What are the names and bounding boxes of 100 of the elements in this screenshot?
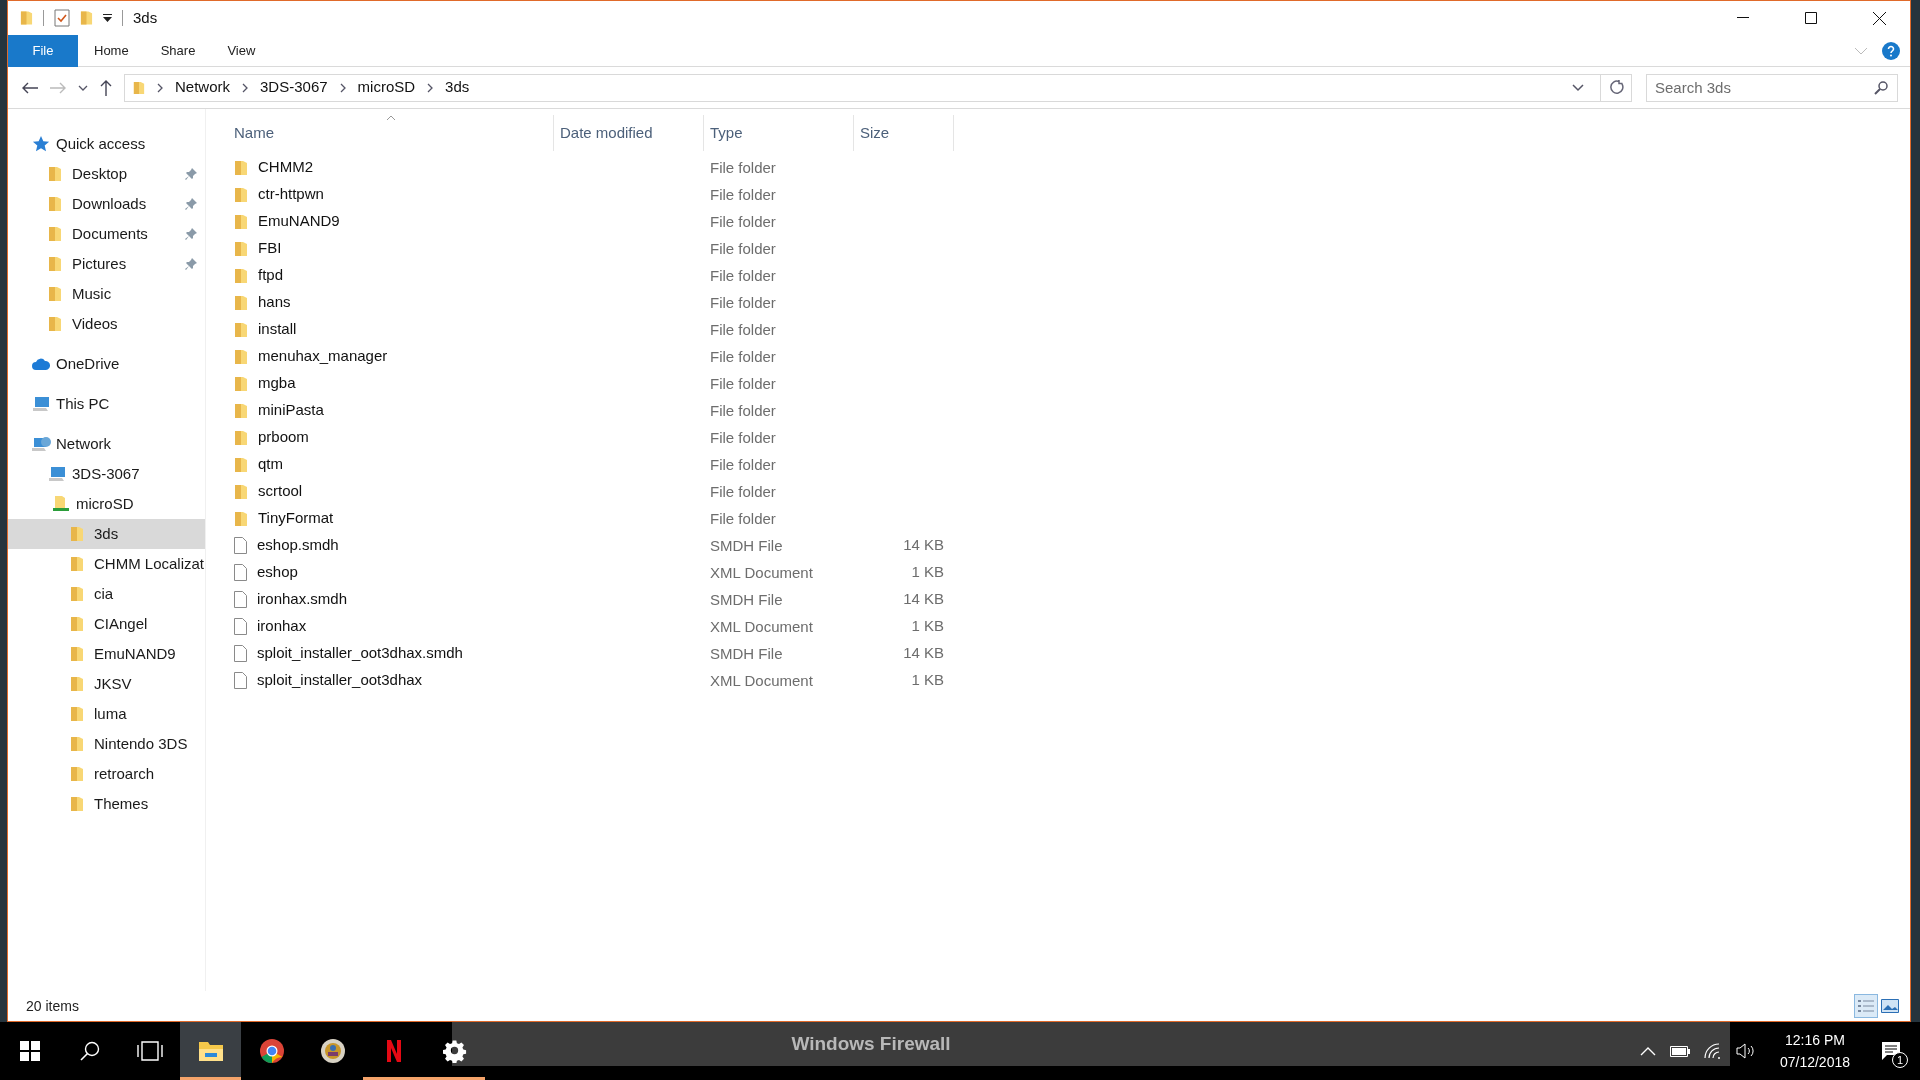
file-row[interactable]: eshop XML Document 1 KB bbox=[228, 559, 1910, 586]
ribbon-tab[interactable]: View bbox=[211, 34, 272, 67]
clock[interactable]: 12:16 PM 07/12/2018 bbox=[1769, 1029, 1860, 1073]
folder-icon bbox=[70, 646, 84, 662]
navigation-item[interactable]: 3ds bbox=[8, 519, 205, 549]
navigation-item[interactable]: Pictures bbox=[8, 249, 205, 279]
navigation-item[interactable]: EmuNAND9 bbox=[8, 639, 205, 669]
help-icon[interactable] bbox=[1882, 41, 1900, 60]
close-icon bbox=[1872, 11, 1886, 25]
minimize-icon bbox=[1737, 17, 1749, 19]
n-logo-icon bbox=[385, 1039, 402, 1063]
file-row[interactable]: prboom File folder bbox=[228, 424, 1910, 451]
file-row[interactable]: install File folder bbox=[228, 316, 1910, 343]
navigation-item[interactable]: JKSV bbox=[8, 669, 205, 699]
details-view-button[interactable] bbox=[1854, 994, 1878, 1018]
column-header[interactable]: Name bbox=[228, 115, 554, 151]
navigation-item[interactable]: Downloads bbox=[8, 189, 205, 219]
navigation-item[interactable]: microSD bbox=[8, 489, 205, 519]
breadcrumb-item[interactable]: 3ds bbox=[445, 76, 470, 99]
navigation-item[interactable]: cia bbox=[8, 579, 205, 609]
up-arrow-icon[interactable] bbox=[100, 79, 112, 96]
column-header[interactable]: Size bbox=[854, 115, 954, 151]
folder-icon bbox=[234, 510, 248, 527]
file-row[interactable]: scrtool File folder bbox=[228, 478, 1910, 505]
file-type: File folder bbox=[710, 347, 776, 365]
file-icon bbox=[234, 537, 247, 554]
folder-icon bbox=[48, 256, 62, 272]
action-center-button[interactable]: 1 bbox=[1874, 1034, 1908, 1068]
chevron-up-icon[interactable] bbox=[1639, 1046, 1656, 1056]
file-name: menuhax_manager bbox=[258, 346, 388, 367]
folder-icon bbox=[20, 10, 33, 26]
chevron-right-icon bbox=[242, 82, 248, 93]
file-row[interactable]: ironhax XML Document 1 KB bbox=[228, 613, 1910, 640]
navigation-item[interactable]: Desktop bbox=[8, 159, 205, 189]
navigation-item[interactable]: Videos bbox=[8, 309, 205, 339]
navigation-item[interactable]: Quick access bbox=[8, 129, 205, 159]
file-name: ironhax.smdh bbox=[257, 589, 348, 610]
refresh-icon[interactable] bbox=[1609, 79, 1625, 96]
taskbar-app-button[interactable] bbox=[180, 1022, 241, 1080]
file-menu-button[interactable]: File bbox=[8, 34, 78, 67]
column-header[interactable]: Date modified bbox=[554, 115, 704, 151]
chevron-right-icon bbox=[339, 82, 346, 93]
file-name: ctr-httpwn bbox=[258, 184, 324, 205]
back-arrow-icon[interactable] bbox=[22, 81, 38, 94]
navigation-item[interactable]: Nintendo 3DS bbox=[8, 729, 205, 759]
file-row[interactable]: ftpd File folder bbox=[228, 262, 1910, 289]
address-bar[interactable]: Network 3DS-3067 microSD 3ds bbox=[124, 73, 1632, 102]
ribbon-tab[interactable]: Home bbox=[78, 34, 145, 67]
folder-icon bbox=[234, 429, 248, 446]
file-row[interactable]: EmuNAND9 File folder bbox=[228, 208, 1910, 235]
file-size: 1 KB bbox=[911, 616, 944, 637]
file-name: hans bbox=[258, 292, 291, 313]
chevron-down-icon[interactable] bbox=[78, 84, 88, 91]
file-row[interactable]: ironhax.smdh SMDH File 14 KB bbox=[228, 586, 1910, 613]
file-row[interactable]: CHMM2 File folder bbox=[228, 154, 1910, 181]
file-name: TinyFormat bbox=[258, 508, 334, 529]
cloud-icon bbox=[32, 358, 50, 370]
navigation-item[interactable]: Network bbox=[8, 429, 205, 459]
breadcrumb-item[interactable]: Network bbox=[175, 76, 230, 99]
wifi-icon[interactable] bbox=[1703, 1043, 1722, 1059]
file-row[interactable]: hans File folder bbox=[228, 289, 1910, 316]
file-row[interactable]: mgba File folder bbox=[228, 370, 1910, 397]
navigation-item[interactable]: Themes bbox=[8, 789, 205, 819]
folder-icon bbox=[70, 766, 84, 782]
folder-icon bbox=[70, 526, 84, 542]
column-header[interactable]: Type bbox=[704, 115, 854, 151]
battery-icon[interactable] bbox=[1669, 1045, 1690, 1057]
file-type: File folder bbox=[710, 158, 776, 176]
file-row[interactable]: eshop.smdh SMDH File 14 KB bbox=[228, 532, 1910, 559]
navigation-item[interactable]: Music bbox=[8, 279, 205, 309]
checkbox-icon[interactable] bbox=[54, 9, 70, 27]
file-row[interactable]: menuhax_manager File folder bbox=[228, 343, 1910, 370]
file-row[interactable]: sploit_installer_oot3dhax.smdh SMDH File 14 KB bbox=[228, 640, 1910, 667]
file-type: File folder bbox=[710, 239, 776, 257]
chevron-down-icon[interactable] bbox=[1572, 83, 1584, 92]
navigation-item[interactable]: CIAngel bbox=[8, 609, 205, 639]
navigation-item[interactable]: Documents bbox=[8, 219, 205, 249]
navigation-item[interactable]: luma bbox=[8, 699, 205, 729]
navigation-item[interactable]: OneDrive bbox=[8, 349, 205, 379]
picture-tile-icon bbox=[1881, 999, 1899, 1013]
file-row[interactable]: miniPasta File folder bbox=[228, 397, 1910, 424]
breadcrumb-item[interactable]: microSD bbox=[357, 76, 416, 99]
speaker-icon[interactable] bbox=[1735, 1043, 1756, 1059]
file-name: sploit_installer_oot3dhax bbox=[257, 670, 423, 691]
dropdown-icon[interactable] bbox=[103, 14, 112, 22]
navigation-item[interactable]: retroarch bbox=[8, 759, 205, 789]
file-row[interactable]: qtm File folder bbox=[228, 451, 1910, 478]
breadcrumb-item[interactable]: 3DS-3067 bbox=[260, 76, 328, 99]
file-row[interactable]: sploit_installer_oot3dhax XML Document 1 KB bbox=[228, 667, 1910, 694]
navigation-item[interactable]: 3DS-3067 bbox=[8, 459, 205, 489]
search-field[interactable]: Search 3ds bbox=[1646, 73, 1898, 102]
file-row[interactable]: FBI File folder bbox=[228, 235, 1910, 262]
navigation-item[interactable]: This PC bbox=[8, 389, 205, 419]
folder-icon bbox=[234, 483, 248, 500]
ribbon-tab[interactable]: Share bbox=[144, 34, 212, 67]
file-row[interactable]: TinyFormat File folder bbox=[228, 505, 1910, 532]
emblem-icon bbox=[319, 1038, 346, 1064]
file-size: 14 KB bbox=[903, 643, 944, 664]
navigation-item[interactable]: CHMM Localizat bbox=[8, 549, 205, 579]
file-row[interactable]: ctr-httpwn File folder bbox=[228, 181, 1910, 208]
